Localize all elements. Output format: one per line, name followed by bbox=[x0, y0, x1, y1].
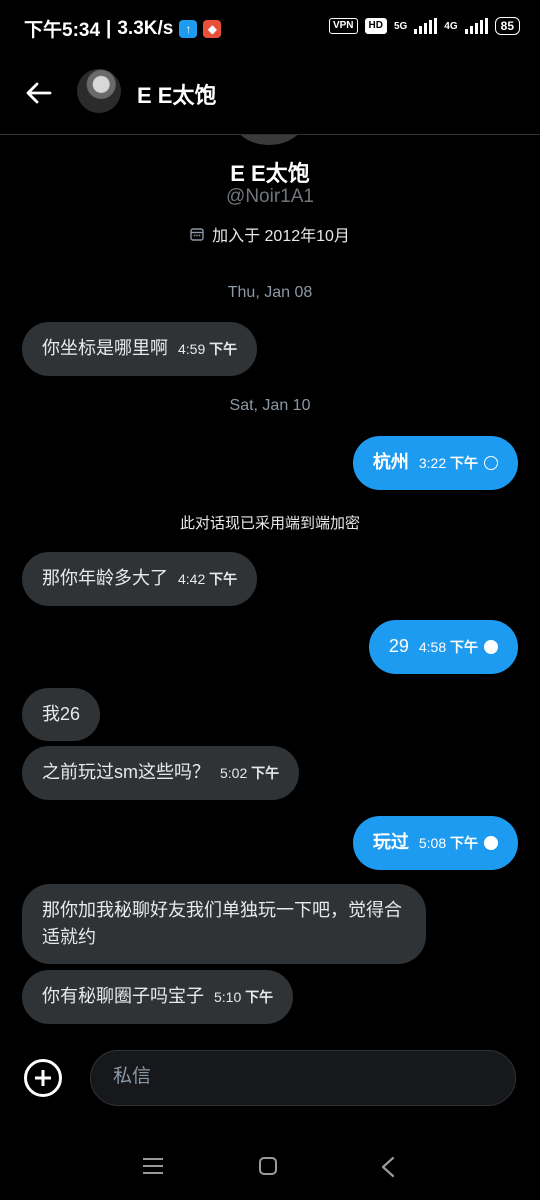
net-5g-label: 5G bbox=[393, 20, 408, 32]
conversation-header: E E太饱 bbox=[0, 56, 540, 135]
home-icon[interactable] bbox=[259, 1157, 277, 1175]
avatar[interactable] bbox=[77, 69, 121, 113]
message-time: 5:08 下午 bbox=[419, 835, 498, 851]
date-separator: Thu, Jan 08 bbox=[227, 284, 313, 301]
app-notification-icon: ◆ bbox=[203, 19, 222, 38]
message-outgoing[interactable]: 玩过 5:08 下午 bbox=[352, 816, 518, 870]
sent-check-icon bbox=[484, 456, 498, 470]
read-check-icon bbox=[484, 640, 498, 654]
message-incoming[interactable]: 你坐标是哪里啊 4:59 下午 bbox=[22, 322, 258, 376]
calendar-icon bbox=[190, 228, 204, 241]
message-text: 你有秘聊圈子吗宝子 bbox=[42, 986, 204, 1006]
status-right: VPN HD 5G 4G 85 bbox=[328, 17, 520, 35]
net-4g-label: 4G bbox=[444, 20, 458, 32]
message-outgoing[interactable]: 29 4:58 下午 bbox=[368, 620, 518, 674]
message-time: 5:10 下午 bbox=[214, 989, 274, 1005]
battery-icon: 85 bbox=[494, 17, 520, 35]
message-incoming[interactable]: 那你年龄多大了 4:42 下午 bbox=[22, 552, 258, 606]
message-time: 4:59 下午 bbox=[178, 341, 238, 357]
recents-icon[interactable] bbox=[143, 1158, 163, 1174]
profile-joined: 加入于 2012年10月 bbox=[0, 222, 540, 246]
message-input[interactable] bbox=[111, 1065, 495, 1089]
signal-icon bbox=[414, 18, 438, 34]
message-incoming[interactable]: 之前玩过sm这些吗？ 5:02 下午 bbox=[22, 746, 300, 800]
read-check-icon bbox=[484, 836, 498, 850]
status-speed: 3.3K/s bbox=[117, 17, 174, 39]
message-text: 之前玩过sm这些吗？ bbox=[42, 762, 210, 782]
message-text: 杭州 bbox=[372, 452, 409, 472]
joined-text: 加入于 2012年10月 bbox=[212, 228, 350, 245]
encryption-notice: 此对话现已采用端到端加密 bbox=[179, 515, 360, 532]
status-bar: 下午5:34 | 3.3K/s ↑ ◆ VPN HD 5G 4G 85 bbox=[0, 0, 540, 56]
message-time: 4:58 下午 bbox=[419, 639, 498, 655]
profile-handle: @Noir1A1 bbox=[226, 186, 314, 207]
profile-name: E E太饱 bbox=[230, 161, 310, 186]
message-text: 29 bbox=[388, 636, 409, 656]
message-time: 3:22 下午 bbox=[419, 455, 498, 471]
vpn-badge: VPN bbox=[328, 18, 358, 34]
status-left: 下午5:34 | 3.3K/s ↑ ◆ bbox=[24, 15, 222, 42]
message-time: 5:02 下午 bbox=[220, 765, 280, 781]
message-incoming[interactable]: 你有秘聊圈子吗宝子 5:10 下午 bbox=[22, 970, 294, 1024]
add-media-button[interactable] bbox=[24, 1059, 62, 1097]
message-text: 玩过 bbox=[372, 832, 409, 852]
message-text: 那你加我秘聊好友我们单独玩一下吧，觉得合适就约 bbox=[42, 900, 402, 947]
message-text: 我26 bbox=[42, 704, 81, 724]
system-back-icon[interactable] bbox=[380, 1156, 396, 1178]
signal-icon bbox=[464, 18, 488, 34]
hd-badge: HD bbox=[364, 18, 387, 34]
status-time: 下午5:34 bbox=[24, 20, 101, 41]
date-separator: Sat, Jan 10 bbox=[229, 397, 311, 414]
message-incoming[interactable]: 我26 bbox=[22, 688, 101, 741]
message-text: 你坐标是哪里啊 bbox=[42, 338, 168, 358]
system-nav-bar bbox=[0, 1140, 540, 1200]
message-composer[interactable] bbox=[90, 1050, 516, 1106]
upload-icon: ↑ bbox=[179, 19, 198, 38]
message-text: 那你年龄多大了 bbox=[42, 568, 168, 588]
message-time: 4:42 下午 bbox=[178, 571, 238, 587]
message-outgoing[interactable]: 杭州 3:22 下午 bbox=[352, 436, 518, 490]
message-incoming[interactable]: 那你加我秘聊好友我们单独玩一下吧，觉得合适就约 bbox=[22, 884, 426, 964]
conversation-title[interactable]: E E太饱 bbox=[137, 78, 216, 110]
back-arrow-icon[interactable] bbox=[24, 78, 54, 108]
